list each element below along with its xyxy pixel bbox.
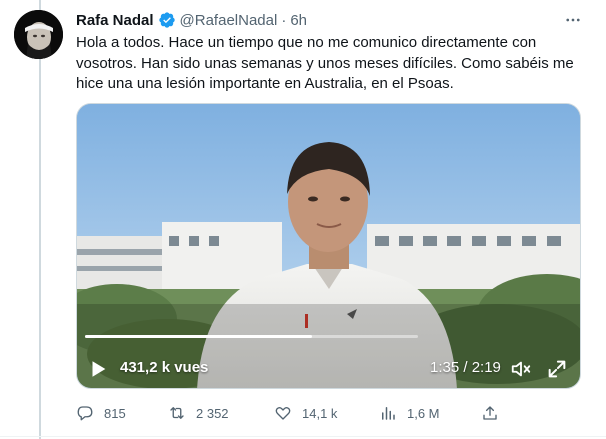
like-button[interactable]: 14,1 k [274,402,337,424]
play-icon[interactable] [87,358,109,380]
avatar-image [14,10,63,59]
avatar[interactable] [14,10,63,59]
video-timecode: 1:35 / 2:19 [430,359,501,376]
verified-badge-icon [158,12,175,28]
reply-count: 815 [104,405,126,421]
like-count: 14,1 k [302,405,338,421]
tweet-timestamp[interactable]: 6h [290,12,307,29]
tweet-header: Rafa Nadal @RafaelNadal · 6h [76,10,307,30]
author-name[interactable]: Rafa Nadal [76,12,154,29]
video-progress-bar[interactable] [85,335,418,338]
video-views: 431,2 k vues [120,359,209,376]
separator-dot: · [281,11,287,29]
repost-count: 2 352 [196,405,229,421]
repost-icon [170,407,184,419]
views-count: 1,6 M [407,405,440,421]
tweet-text: Hola a todos. Hace un tiempo que no me c… [76,34,574,92]
repost-button[interactable]: 2 352 [168,402,229,424]
share-button[interactable] [481,402,509,424]
heart-icon [275,406,291,420]
tweet-actions: 815 2 352 14,1 k 1,6 M [76,402,586,424]
video-progress-fill [85,335,313,338]
thread-line [39,0,41,439]
divider [0,436,606,437]
share-icon [483,406,497,420]
more-icon-glyph [566,18,580,22]
author-handle[interactable]: @RafaelNadal [180,12,278,29]
analytics-button[interactable]: 1,6 M [379,402,440,424]
volume-icon[interactable] [510,358,532,380]
reply-button[interactable]: 815 [76,402,126,424]
analytics-icon [382,407,395,420]
video-frame [77,104,580,388]
video-player[interactable]: 431,2 k vues 1:35 / 2:19 [76,103,581,389]
more-icon[interactable] [562,10,584,30]
reply-icon [77,406,93,421]
fullscreen-icon[interactable] [546,358,568,380]
